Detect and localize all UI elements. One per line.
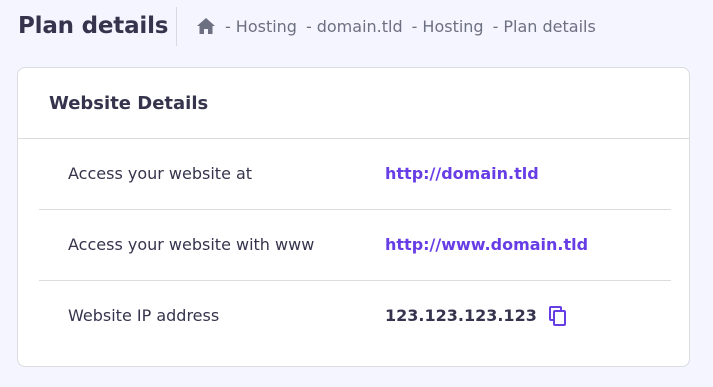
detail-label: Access your website at <box>68 164 253 183</box>
header-divider <box>176 7 177 46</box>
website-details-card: Website Details Access your website at h… <box>17 67 690 367</box>
breadcrumb-label: Plan details <box>503 16 596 36</box>
detail-label: Access your website with www <box>68 235 315 254</box>
breadcrumb: - Hosting - domain.tld - Hosting - Plan deta… <box>196 14 596 38</box>
ip-address-value: 123.123.123.123 <box>385 306 537 325</box>
breadcrumb-item-hosting[interactable]: - Hosting <box>225 17 297 36</box>
breadcrumb-item-domain[interactable]: - domain.tld <box>306 17 403 36</box>
copy-icon[interactable] <box>548 306 567 326</box>
detail-row-ip-address: Website IP address 123.123.123.123 <box>39 281 671 351</box>
detail-row-website-www-url: Access your website with www http://www.… <box>39 210 671 280</box>
breadcrumb-separator: - <box>225 16 231 36</box>
website-www-url-link[interactable]: http://www.domain.tld <box>385 235 588 255</box>
card-title: Website Details <box>49 93 209 114</box>
ip-address-value-group: 123.123.123.123 <box>385 306 567 326</box>
page-header: Plan details - Hosting - domain.tld - Hosti… <box>0 0 713 55</box>
detail-label: Website IP address <box>68 306 220 325</box>
breadcrumb-item-plan-details: - Plan details <box>493 17 596 36</box>
breadcrumb-item-hosting-2[interactable]: - Hosting <box>412 17 484 36</box>
home-icon[interactable] <box>196 16 216 36</box>
breadcrumb-label: Hosting <box>235 16 297 36</box>
website-url-link[interactable]: http://domain.tld <box>385 164 539 184</box>
breadcrumb-separator: - <box>305 16 312 36</box>
breadcrumb-separator: - <box>492 16 499 36</box>
breadcrumb-separator: - <box>411 16 418 36</box>
page-title: Plan details <box>18 13 169 39</box>
breadcrumb-label: Hosting <box>422 16 484 36</box>
breadcrumb-label: domain.tld <box>316 16 403 36</box>
detail-row-website-url: Access your website at http://domain.tld <box>39 139 671 209</box>
